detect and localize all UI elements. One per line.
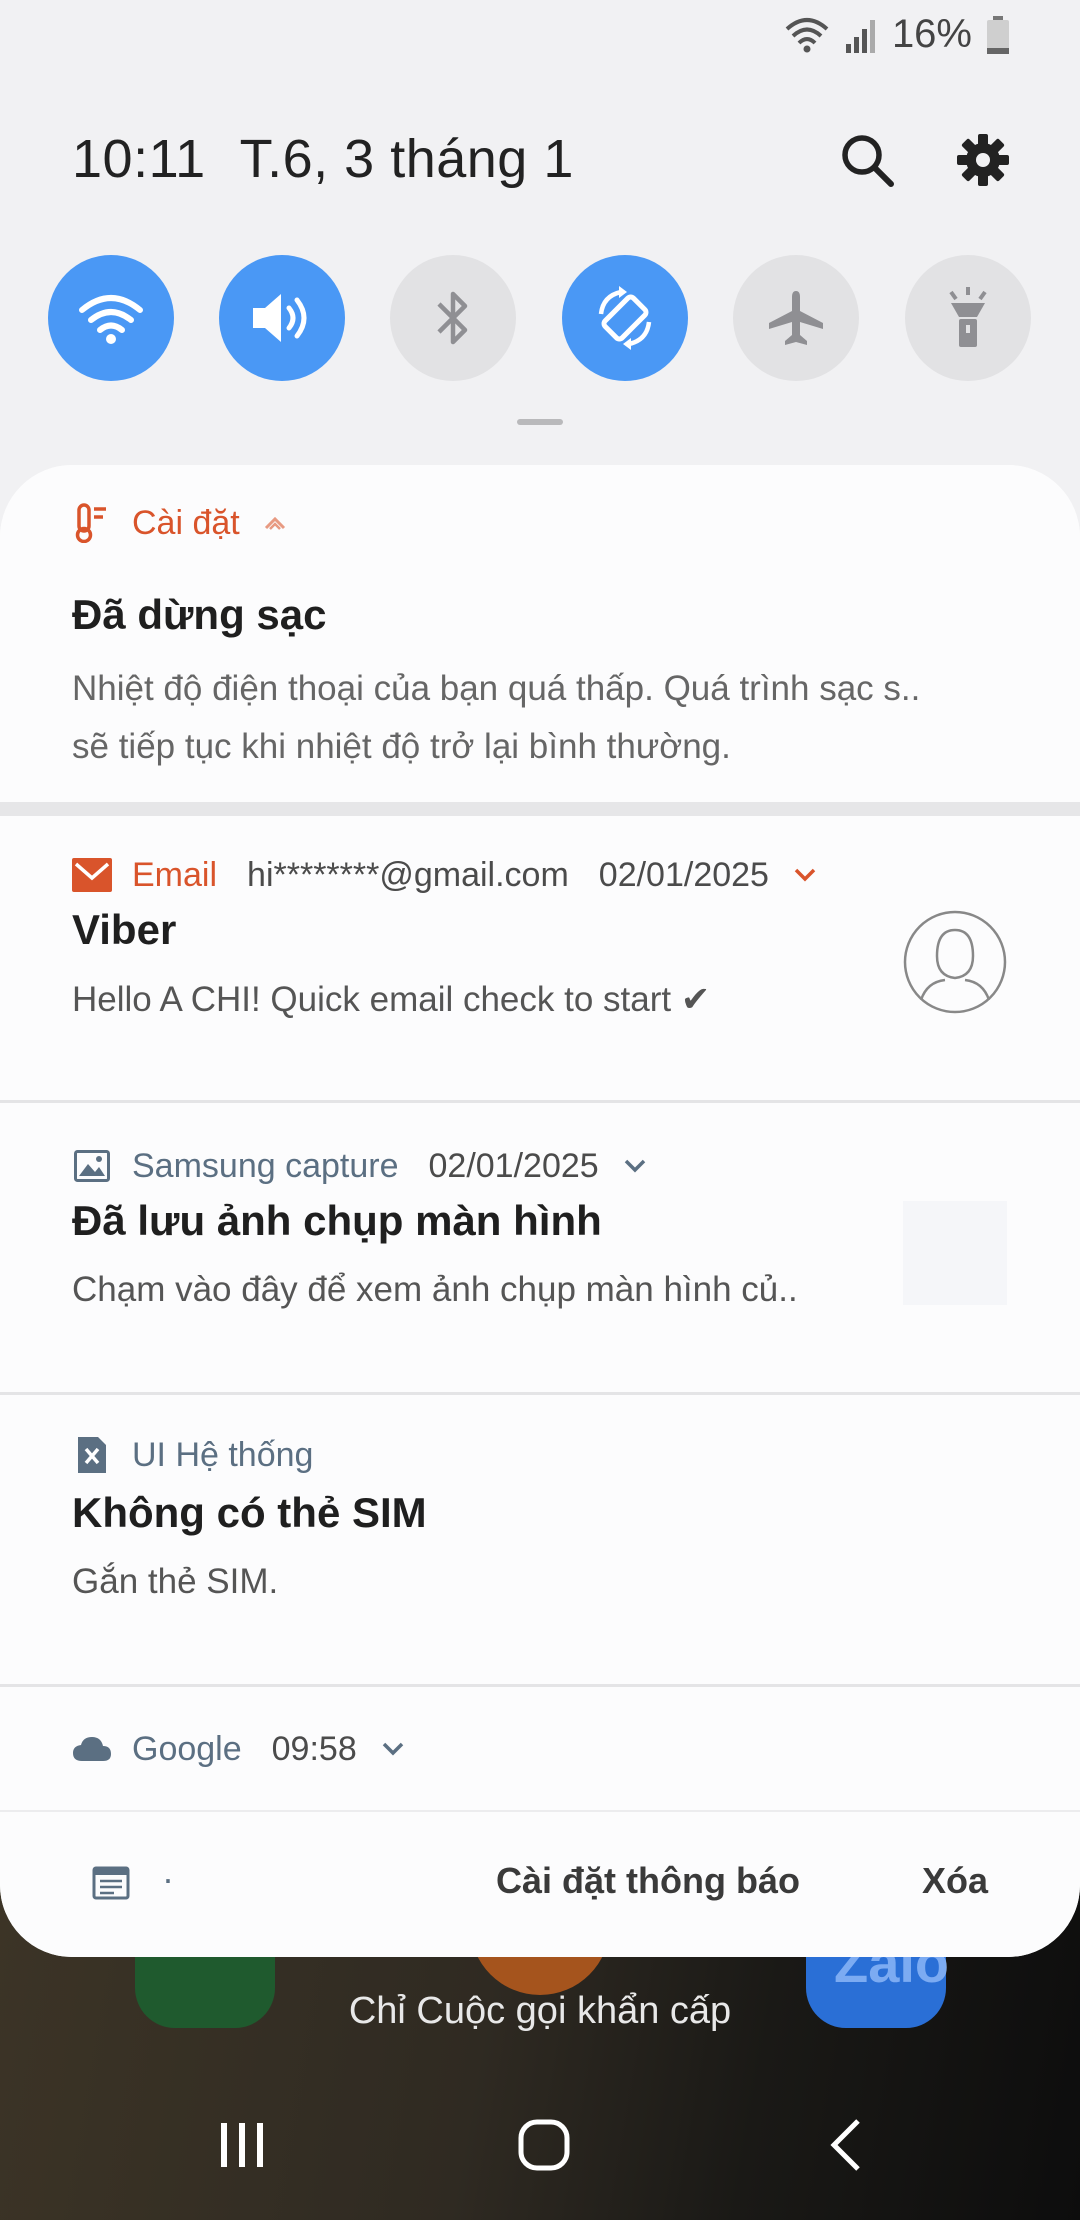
speaker-icon (253, 294, 307, 342)
flashlight-toggle[interactable] (905, 255, 1031, 381)
notification-body: Gắn thẻ SIM. (72, 1562, 279, 1601)
calendar-icon[interactable] (92, 1864, 130, 1905)
email-icon (72, 855, 112, 895)
notification-time: 09:58 (271, 1729, 357, 1768)
status-bar: 16% (0, 0, 1080, 72)
back-button[interactable] (806, 2110, 886, 2180)
quick-settings-row (0, 255, 1080, 381)
avatar (903, 910, 1007, 1014)
footer-dot: · (162, 1858, 174, 1899)
wifi-signal-icon (785, 17, 829, 52)
notification-email[interactable]: Email hi********@gmail.com 02/01/2025 Vi… (0, 816, 1080, 1100)
wifi-toggle[interactable] (48, 255, 174, 381)
clock: 10:11 (72, 129, 206, 189)
flashlight-icon (949, 287, 987, 347)
notification-date: 02/01/2025 (598, 855, 769, 894)
recents-icon (221, 2123, 263, 2167)
wifi-icon (79, 295, 143, 344)
bluetooth-icon (437, 291, 468, 345)
notification-title: Đã lưu ảnh chụp màn hình (72, 1197, 602, 1244)
app-name: UI Hệ thống (132, 1435, 314, 1474)
navigation-bar (0, 2090, 1080, 2200)
battery-icon (987, 15, 1009, 54)
thermometer-icon (72, 503, 112, 543)
sim-card-icon (72, 1435, 112, 1475)
app-name: Google (132, 1729, 242, 1768)
quick-panel-header: 10:11 T.6, 3 tháng 1 (0, 110, 1080, 210)
panel-drag-handle[interactable] (517, 419, 563, 425)
app-name: Samsung capture (132, 1146, 399, 1185)
clear-button[interactable]: Xóa (922, 1860, 988, 1902)
date: T.6, 3 tháng 1 (239, 129, 574, 189)
app-name: Email (132, 855, 218, 894)
cell-signal-icon (845, 19, 875, 53)
group-divider (0, 802, 1080, 816)
notification-panel: Cài đặt Đã dừng sạc Nhiệt độ điện thoại … (0, 465, 1080, 1957)
image-icon (72, 1146, 112, 1186)
airplane-icon (769, 291, 823, 345)
battery-percent: 16% (891, 12, 972, 56)
gear-icon (957, 134, 1009, 186)
notification-body: Chạm vào đây để xem ảnh chụp màn hình củ… (72, 1270, 798, 1309)
email-account: hi********@gmail.com (247, 855, 569, 894)
collapse-icon[interactable] (264, 516, 286, 530)
notification-no-sim[interactable]: UI Hệ thống Không có thẻ SIM Gắn thẻ SIM… (0, 1395, 1080, 1684)
notification-footer: · Cài đặt thông báo Xóa (0, 1810, 1080, 1957)
cloud-icon (72, 1729, 112, 1769)
back-icon (830, 2119, 860, 2171)
expand-icon[interactable] (793, 867, 817, 883)
notification-body: Hello A CHI! Quick email check to start … (72, 980, 711, 1019)
screenshot-thumbnail (903, 1201, 1007, 1305)
notification-screenshot[interactable]: Samsung capture 02/01/2025 Đã lưu ảnh ch… (0, 1103, 1080, 1392)
notification-date: 02/01/2025 (428, 1146, 599, 1185)
settings-button[interactable] (947, 124, 1019, 196)
home-icon (518, 2119, 570, 2171)
notification-title: Viber (72, 906, 177, 953)
notification-settings-button[interactable]: Cài đặt thông báo (496, 1860, 800, 1902)
auto-rotate-icon (598, 286, 652, 350)
bluetooth-toggle[interactable] (390, 255, 516, 381)
home-button[interactable] (504, 2110, 584, 2180)
notification-charging-stopped[interactable]: Cài đặt Đã dừng sạc Nhiệt độ điện thoại … (0, 465, 1080, 802)
notification-body-line2: sẽ tiếp tục khi nhiệt độ trở lại bình th… (72, 727, 731, 766)
notification-title: Không có thẻ SIM (72, 1489, 427, 1536)
search-icon (842, 135, 894, 187)
notification-google[interactable]: Google 09:58 (0, 1687, 1080, 1809)
emergency-calls-text: Chỉ Cuộc gọi khẩn cấp (348, 1990, 732, 2032)
search-button[interactable] (831, 124, 903, 196)
auto-rotate-toggle[interactable] (562, 255, 688, 381)
sound-toggle[interactable] (219, 255, 345, 381)
notification-title: Đã dừng sạc (72, 591, 327, 638)
airplane-mode-toggle[interactable] (733, 255, 859, 381)
expand-icon[interactable] (623, 1158, 647, 1174)
expand-icon[interactable] (381, 1741, 405, 1757)
recents-button[interactable] (202, 2110, 282, 2180)
app-name: Cài đặt (132, 503, 240, 542)
notification-body-line1: Nhiệt độ điện thoại của bạn quá thấp. Qu… (72, 669, 921, 708)
